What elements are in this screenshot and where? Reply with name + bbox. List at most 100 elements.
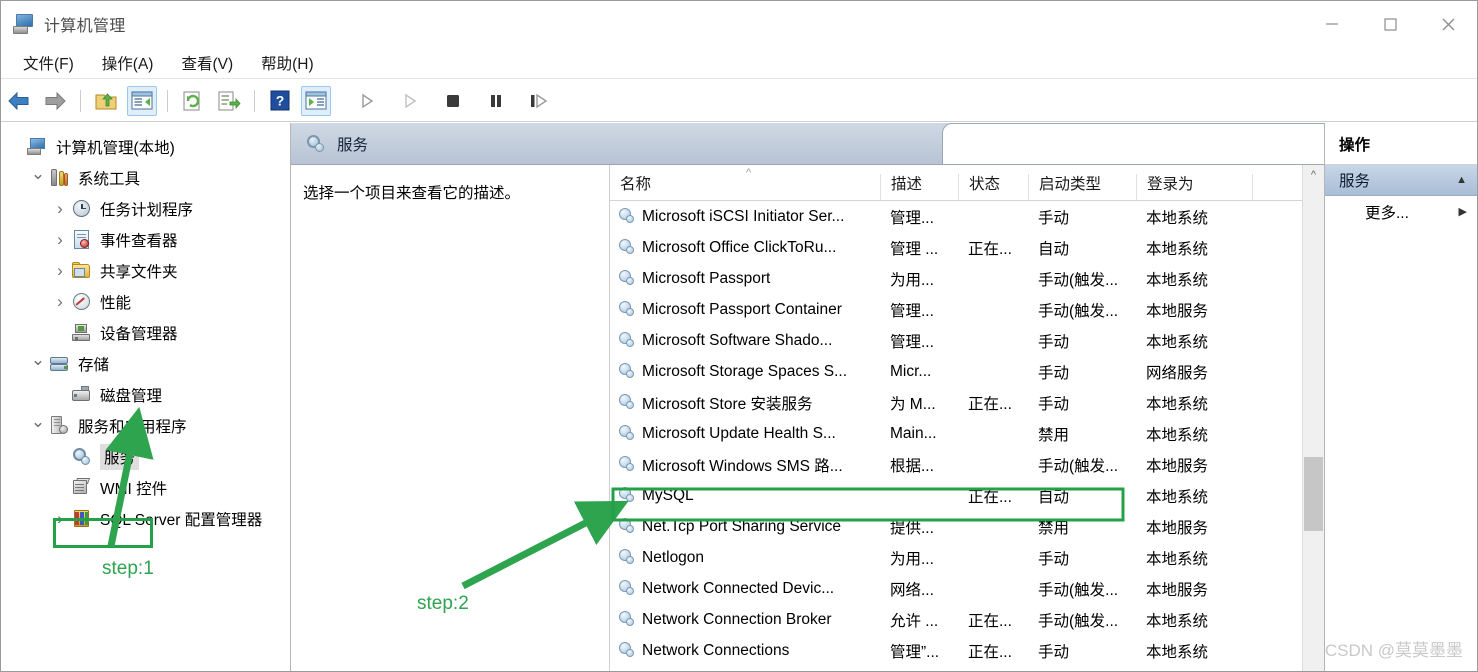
sql-server-icon xyxy=(71,509,93,529)
column-spacer[interactable] xyxy=(1252,174,1282,200)
gear-icon xyxy=(618,579,637,598)
table-row[interactable]: Microsoft Windows SMS 路... 根据... 手动(触发... 本… xyxy=(610,449,1324,480)
actions-group-services[interactable]: 服务 ▲ xyxy=(1325,165,1477,196)
tree-item-disk-management[interactable]: 磁盘管理 xyxy=(1,379,290,410)
service-name-label: Microsoft Storage Spaces S... xyxy=(642,362,848,380)
table-row[interactable]: Microsoft Software Shado... 管理... 手动 本地系统 xyxy=(610,325,1324,356)
cell-description: 允许 ... xyxy=(890,612,939,630)
stop-service-icon[interactable] xyxy=(438,86,468,116)
cell-description: 提供... xyxy=(890,519,934,537)
tree-item-event-viewer[interactable]: 事件查看器 xyxy=(1,224,290,255)
tree-item-label: 系统工具 xyxy=(78,170,141,188)
services-list-rows[interactable]: Microsoft iSCSI Initiator Ser... 管理... 手动本… xyxy=(610,201,1324,671)
storage-icon xyxy=(49,354,71,374)
table-row[interactable]: Microsoft iSCSI Initiator Ser... 管理... 手动 本… xyxy=(610,201,1324,232)
service-name-label: Microsoft iSCSI Initiator Ser... xyxy=(642,207,845,225)
menu-file[interactable]: 文件(F) xyxy=(13,50,84,76)
export-list-icon[interactable] xyxy=(214,86,244,116)
close-button[interactable] xyxy=(1419,1,1477,47)
cell-description: 为用... xyxy=(890,550,934,568)
table-row[interactable]: Net.Tcp Port Sharing Service 提供... 禁用 本地服务 xyxy=(610,511,1324,542)
cell-name: Microsoft Passport Container xyxy=(610,300,880,319)
show-hide-tree-icon[interactable] xyxy=(127,85,157,116)
table-row[interactable]: Netlogon 为用... 手动 本地系统 xyxy=(610,542,1324,573)
cell-startup: 手动(触发... xyxy=(1038,581,1119,599)
start-service-icon[interactable] xyxy=(352,86,382,116)
chevron-right-icon[interactable] xyxy=(49,292,71,312)
gear-icon xyxy=(618,331,637,350)
pause-service-icon[interactable] xyxy=(481,86,511,116)
cell-name: Microsoft Passport xyxy=(610,269,880,288)
table-row[interactable]: Network Connection Broker 允许 ... 正在... 手动(触… xyxy=(610,604,1324,635)
table-row[interactable]: Network Connections 管理”... 正在... 手动 本地系统 xyxy=(610,635,1324,666)
services-list-view[interactable]: ^ 名称 描述 状态 启动类型 登录为 Microsoft iSCSI Initiato… xyxy=(609,165,1324,671)
service-name-label: Microsoft Passport Container xyxy=(642,300,842,318)
chevron-right-icon[interactable] xyxy=(49,261,71,281)
chevron-right-icon[interactable] xyxy=(49,509,71,529)
help-icon[interactable]: ? xyxy=(265,86,295,116)
menu-help[interactable]: 帮助(H) xyxy=(251,50,324,76)
tree-item-services[interactable]: 服务 xyxy=(1,441,290,472)
service-name-label: Net.Tcp Port Sharing Service xyxy=(642,517,842,535)
column-description[interactable]: 描述 xyxy=(880,174,958,200)
resume-service-icon[interactable] xyxy=(395,86,425,116)
up-folder-icon[interactable] xyxy=(91,86,121,116)
tree-item-system-tools[interactable]: 系统工具 xyxy=(1,162,290,193)
cell-name: Net.Tcp Port Sharing Service xyxy=(610,517,880,536)
tree-item-wmi-control[interactable]: WMI 控件 xyxy=(1,472,290,503)
cell-status: 正在... xyxy=(968,643,1012,661)
cell-description: 管理... xyxy=(890,209,934,227)
tree-item-performance[interactable]: 性能 xyxy=(1,286,290,317)
chevron-down-icon[interactable] xyxy=(27,360,49,368)
table-row[interactable]: Microsoft Update Health S... Main... 禁用 本地系… xyxy=(610,418,1324,449)
forward-arrow-icon[interactable] xyxy=(40,86,70,116)
chevron-down-icon[interactable] xyxy=(27,422,49,430)
chevron-down-icon[interactable] xyxy=(27,174,49,182)
action-more[interactable]: 更多... ▶ xyxy=(1325,196,1477,227)
column-startup-type[interactable]: 启动类型 xyxy=(1028,174,1136,200)
menu-action[interactable]: 操作(A) xyxy=(92,50,164,76)
gear-icon xyxy=(618,269,637,288)
refresh-icon[interactable] xyxy=(178,86,208,116)
table-row[interactable]: Microsoft Passport Container 管理... 手动(触发..… xyxy=(610,294,1324,325)
table-row[interactable]: Microsoft Passport 为用... 手动(触发... 本地系统 xyxy=(610,263,1324,294)
cell-logon: 本地系统 xyxy=(1146,550,1209,568)
chevron-right-icon[interactable] xyxy=(49,199,71,219)
maximize-button[interactable] xyxy=(1361,1,1419,47)
cell-name: Microsoft iSCSI Initiator Ser... xyxy=(610,207,880,226)
column-name[interactable]: 名称 xyxy=(610,174,880,200)
tree-item-device-manager[interactable]: 设备管理器 xyxy=(1,317,290,348)
tree-item-computer-management[interactable]: 计算机管理(本地) xyxy=(1,131,290,162)
cell-logon: 本地服务 xyxy=(1146,581,1209,599)
tree-item-services-and-applications[interactable]: 服务和应用程序 xyxy=(1,410,290,441)
menu-view[interactable]: 查看(V) xyxy=(171,50,243,76)
column-log-on-as[interactable]: 登录为 xyxy=(1136,174,1252,200)
tree-item-sql-server-config-manager[interactable]: SQL Server 配置管理器 xyxy=(1,503,290,534)
cell-name: Network Connected Devic... xyxy=(610,579,880,598)
column-status[interactable]: 状态 xyxy=(958,174,1028,200)
scroll-up-arrow-icon[interactable]: ^ xyxy=(1303,165,1324,185)
console-tree-pane[interactable]: 计算机管理(本地) 系统工具任务计划程序事件查看器共享文件夹性能设备管理器存储磁盘… xyxy=(1,123,291,671)
tree-item-task-scheduler[interactable]: 任务计划程序 xyxy=(1,193,290,224)
restart-service-icon[interactable] xyxy=(524,86,554,116)
gear-icon xyxy=(618,300,637,319)
table-row[interactable]: Network Connected Devic... 网络... 手动(触发... 本… xyxy=(610,573,1324,604)
minimize-button[interactable] xyxy=(1303,1,1361,47)
tree-item-shared-folders[interactable]: 共享文件夹 xyxy=(1,255,290,286)
annotation-step-1-label: step:1 xyxy=(102,558,154,579)
back-arrow-icon[interactable] xyxy=(4,86,34,116)
table-row[interactable]: Microsoft Store 安装服务 为 M... 正在... 手动 本地系统 xyxy=(610,387,1324,418)
scrollbar-thumb[interactable] xyxy=(1304,457,1323,531)
chevron-up-icon[interactable]: ▲ xyxy=(1456,174,1467,186)
table-row[interactable]: Microsoft Office ClickToRu... 管理 ... 正在...… xyxy=(610,232,1324,263)
tree-item-storage[interactable]: 存储 xyxy=(1,348,290,379)
table-row[interactable]: Microsoft Storage Spaces S... Micr... 手动 网络… xyxy=(610,356,1324,387)
services-list-header[interactable]: 名称 描述 状态 启动类型 登录为 xyxy=(610,165,1324,201)
device-manager-icon xyxy=(71,323,93,343)
cell-description: 根据... xyxy=(890,457,934,475)
list-vertical-scrollbar[interactable]: ^ xyxy=(1302,165,1324,671)
title-bar: 计算机管理 xyxy=(1,1,1477,47)
show-action-pane-icon[interactable] xyxy=(301,85,331,116)
chevron-right-icon[interactable] xyxy=(49,230,71,250)
service-row-mysql[interactable]: MySQL 正在... 自动 本地系统 xyxy=(610,480,1324,511)
